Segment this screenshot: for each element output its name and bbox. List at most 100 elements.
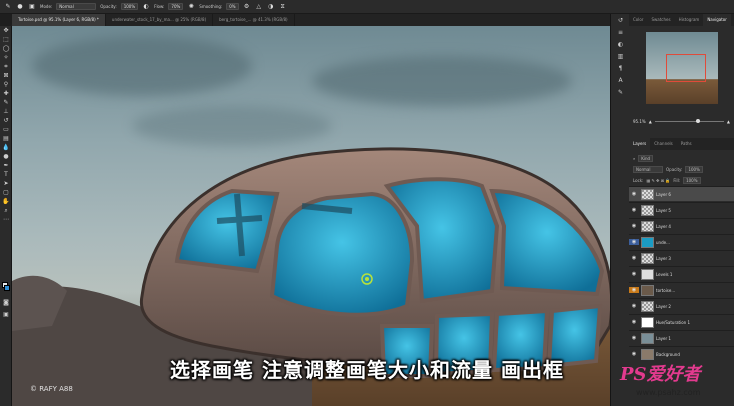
navigator-thumbnail[interactable] bbox=[646, 32, 718, 104]
stamp-tool-icon[interactable]: ⊥ bbox=[0, 107, 12, 116]
tools-panel: ✥ ⬚ ◯ ✧ ⌗ ⊠ ⚲ ✚ ✎ ⊥ ↺ ▭ ▤ 💧 ● ✒ T ➤ ▢ ✋ … bbox=[0, 26, 12, 406]
kind-filter-select[interactable]: Kind bbox=[638, 154, 654, 162]
navigator-view-box[interactable] bbox=[666, 54, 706, 82]
properties-icon[interactable]: ≡ bbox=[611, 26, 630, 38]
brush-settings-icon[interactable]: ▣ bbox=[28, 3, 36, 11]
pressure-opacity-icon[interactable]: ◐ bbox=[142, 3, 150, 11]
dodge-tool-icon[interactable]: ● bbox=[0, 152, 12, 161]
tab-layers[interactable]: Layers bbox=[629, 138, 651, 150]
zoom-in-icon[interactable]: ▲ bbox=[727, 119, 730, 124]
eye-icon[interactable]: ◉ bbox=[629, 207, 639, 213]
brushes-icon[interactable]: ✎ bbox=[611, 86, 630, 98]
adjustments-icon[interactable]: ◐ bbox=[611, 38, 630, 50]
zoom-slider-knob[interactable] bbox=[696, 118, 701, 123]
tortoise-artwork bbox=[12, 147, 610, 406]
marquee-tool-icon[interactable]: ⬚ bbox=[0, 35, 12, 44]
layer-name: Layer 5 bbox=[656, 207, 671, 213]
crop-tool-icon[interactable]: ⌗ bbox=[0, 62, 12, 71]
history-brush-tool-icon[interactable]: ↺ bbox=[0, 116, 12, 125]
zoom-out-icon[interactable]: ▲ bbox=[649, 119, 652, 124]
type-tool-icon[interactable]: T bbox=[0, 170, 12, 179]
airbrush-icon[interactable]: ✺ bbox=[187, 3, 195, 11]
smoothing-options-icon[interactable]: ⚙ bbox=[243, 3, 251, 11]
opacity-field[interactable]: 100% bbox=[120, 3, 139, 10]
tab-histogram[interactable]: Histogram bbox=[675, 14, 704, 26]
doc-tab-berg[interactable]: berg_tortoise_... @ 41.3% (RGB/8) bbox=[213, 14, 295, 26]
eye-icon[interactable]: ◉ bbox=[629, 287, 639, 293]
document-canvas[interactable] bbox=[12, 26, 610, 406]
layer-opacity-label: Opacity: bbox=[666, 166, 683, 172]
frame-tool-icon[interactable]: ⊠ bbox=[0, 71, 12, 80]
layer-name: tortoise... bbox=[656, 287, 676, 293]
layer-row[interactable]: ◉ Layer 4 bbox=[629, 218, 734, 233]
layer-row[interactable]: ◉ tortoise... bbox=[629, 282, 734, 297]
layer-name: Levels 1 bbox=[656, 271, 673, 277]
blend-row: Normal Opacity: 100% bbox=[633, 165, 730, 173]
blend-mode-select[interactable]: Normal bbox=[633, 165, 663, 173]
panel-icon-strip: ↺ ≡ ◐ ▥ ¶ A ✎ bbox=[610, 14, 629, 406]
character-icon[interactable]: A bbox=[611, 74, 630, 86]
eye-icon[interactable]: ◉ bbox=[629, 223, 639, 229]
eye-icon[interactable]: ◉ bbox=[629, 255, 639, 261]
layer-row[interactable]: ◉ Layer 5 bbox=[629, 202, 734, 217]
brush-tool-icon-left[interactable]: ✎ bbox=[0, 98, 12, 107]
eraser-tool-icon[interactable]: ▭ bbox=[0, 125, 12, 134]
lock-icons[interactable]: ▦ ✎ ✥ ⊠ 🔒 bbox=[646, 178, 670, 183]
smoothing-field[interactable]: 0% bbox=[226, 3, 239, 10]
layer-row[interactable]: ◉ Levels 1 bbox=[629, 266, 734, 281]
layer-row[interactable]: ◉ unde... bbox=[629, 234, 734, 249]
healing-tool-icon[interactable]: ✚ bbox=[0, 89, 12, 98]
layer-row[interactable]: ◉ Layer 3 bbox=[629, 250, 734, 265]
quick-select-tool-icon[interactable]: ✧ bbox=[0, 53, 12, 62]
shape-tool-icon[interactable]: ▢ bbox=[0, 188, 12, 197]
eye-icon[interactable]: ◉ bbox=[629, 271, 639, 277]
eye-icon[interactable]: ◉ bbox=[629, 335, 639, 341]
move-tool-icon[interactable]: ✥ bbox=[0, 26, 12, 35]
background-color-swatch[interactable] bbox=[4, 285, 10, 291]
layer-opacity-field[interactable]: 100% bbox=[685, 165, 703, 173]
pen-tool-icon[interactable]: ✒ bbox=[0, 161, 12, 170]
watermark-url: www.psahz.com bbox=[636, 388, 701, 397]
layer-row[interactable]: ◉ Layer 1 bbox=[629, 330, 734, 345]
blur-tool-icon[interactable]: 💧 bbox=[0, 143, 12, 152]
tab-navigator[interactable]: Navigator bbox=[703, 14, 731, 26]
zoom-tool-icon[interactable]: ⌕ bbox=[0, 206, 12, 215]
layer-row[interactable]: ◉ Layer 6 bbox=[629, 186, 734, 201]
symmetry-icon[interactable]: ⧖ bbox=[279, 3, 287, 11]
layer-row[interactable]: ◉ Layer 2 bbox=[629, 298, 734, 313]
tab-swatches[interactable]: Swatches bbox=[647, 14, 674, 26]
more-tools-icon[interactable]: ⋯ bbox=[0, 215, 12, 224]
brush-tool-icon[interactable]: ✎ bbox=[4, 3, 12, 11]
angle-icon[interactable]: △ bbox=[255, 3, 263, 11]
eye-icon[interactable]: ◉ bbox=[629, 319, 639, 325]
libraries-icon[interactable]: ▥ bbox=[611, 50, 630, 62]
layer-row[interactable]: ◉ Hue/Saturation 1 bbox=[629, 314, 734, 329]
brush-preset-icon[interactable]: ● bbox=[16, 3, 24, 11]
eye-icon[interactable]: ◉ bbox=[629, 191, 639, 197]
gradient-tool-icon[interactable]: ▤ bbox=[0, 134, 12, 143]
doc-tab-underwater[interactable]: underwater_stock_17_by_ma... @ 25% (RGB/… bbox=[106, 14, 214, 26]
eye-icon[interactable]: ◉ bbox=[629, 303, 639, 309]
eyedropper-tool-icon[interactable]: ⚲ bbox=[0, 80, 12, 89]
hand-tool-icon[interactable]: ✋ bbox=[0, 197, 12, 206]
fill-field[interactable]: 100% bbox=[683, 176, 701, 184]
smoothing-label: Smoothing: bbox=[199, 4, 223, 9]
doc-tab-tortoise[interactable]: Tortoise.psd @ 95.1% (Layer 6, RGB/8) * bbox=[12, 14, 106, 26]
paragraph-icon[interactable]: ¶ bbox=[611, 62, 630, 74]
lasso-tool-icon[interactable]: ◯ bbox=[0, 44, 12, 53]
layers-panel-tabs: Layers Channels Paths bbox=[629, 138, 734, 150]
zoom-value[interactable]: 95.1% bbox=[633, 119, 646, 124]
eye-icon[interactable]: ◉ bbox=[629, 239, 639, 245]
history-icon[interactable]: ↺ bbox=[611, 14, 630, 26]
mode-select[interactable]: Normal bbox=[56, 3, 97, 10]
zoom-slider[interactable] bbox=[654, 118, 724, 123]
tab-channels[interactable]: Channels bbox=[650, 138, 677, 150]
flow-field[interactable]: 70% bbox=[168, 3, 184, 10]
watermark-logo: PS爱好者 bbox=[620, 364, 701, 385]
screen-mode-icon[interactable]: ▣ bbox=[0, 310, 12, 319]
pressure-size-icon[interactable]: ◑ bbox=[267, 3, 275, 11]
path-select-tool-icon[interactable]: ➤ bbox=[0, 179, 12, 188]
tab-color[interactable]: Color bbox=[629, 14, 647, 26]
quick-mask-icon[interactable]: ◙ bbox=[0, 298, 12, 307]
tab-paths[interactable]: Paths bbox=[677, 138, 696, 150]
